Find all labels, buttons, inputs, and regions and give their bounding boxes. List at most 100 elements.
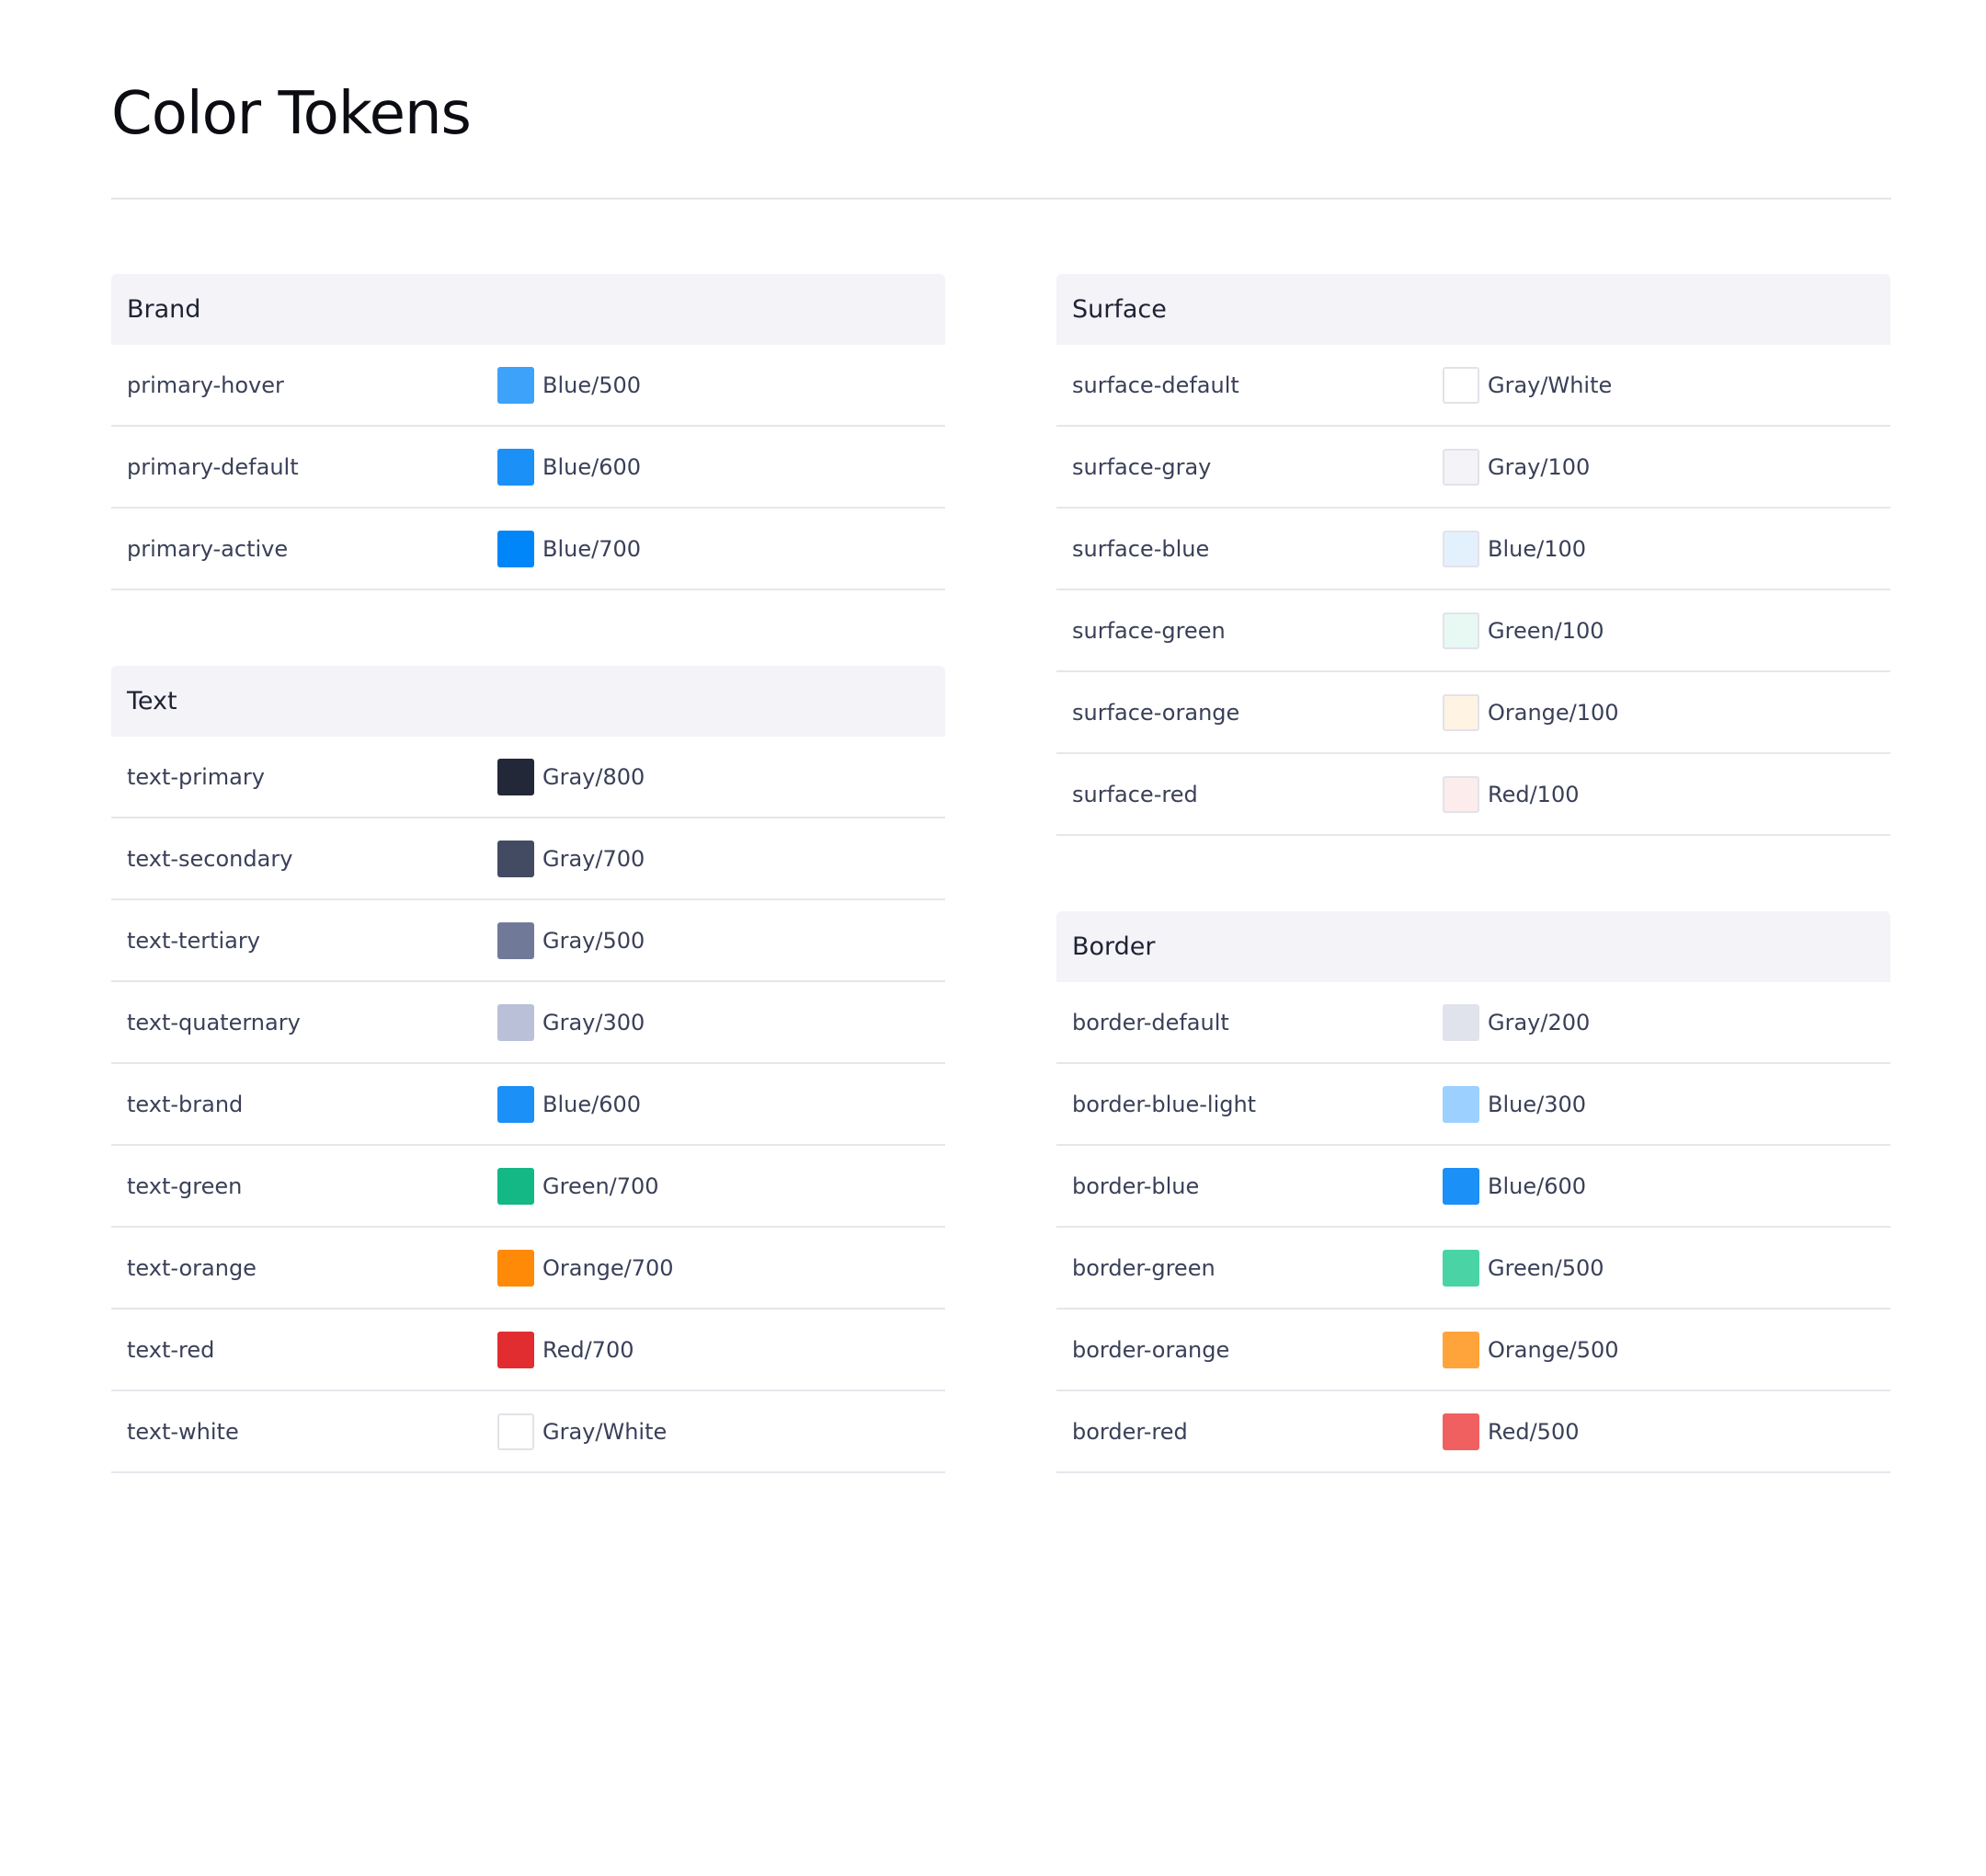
token-value: Blue/300	[1488, 1091, 1587, 1117]
token-row: text-quaternary Gray/300	[111, 982, 945, 1064]
color-swatch	[497, 758, 534, 795]
token-row: surface-green Green/100	[1056, 590, 1890, 672]
token-row: text-orange Orange/700	[111, 1228, 945, 1310]
token-row: surface-gray Gray/100	[1056, 427, 1890, 509]
color-swatch	[1443, 1413, 1479, 1450]
color-swatch	[497, 1331, 534, 1368]
token-name: border-blue	[1072, 1172, 1200, 1199]
token-value: Gray/500	[542, 927, 645, 954]
token-value: Blue/600	[542, 453, 642, 480]
color-swatch	[1443, 366, 1479, 404]
token-row: border-blue-light Blue/300	[1056, 1064, 1890, 1146]
token-name: surface-red	[1072, 781, 1198, 807]
token-row: primary-hover Blue/500	[111, 345, 945, 427]
section-header-surface: Surface	[1056, 274, 1890, 345]
token-row: border-default Gray/200	[1056, 982, 1890, 1064]
token-value: Green/100	[1488, 617, 1604, 644]
token-value: Green/500	[1488, 1254, 1604, 1281]
section-text: Text text-primary Gray/800 text-secondary G…	[111, 666, 945, 1473]
token-value: Gray/100	[1488, 453, 1591, 480]
color-swatch	[497, 840, 534, 877]
token-row: surface-blue Blue/100	[1056, 509, 1890, 590]
color-swatch	[497, 366, 534, 404]
token-value: Blue/500	[542, 372, 642, 398]
token-value: Red/500	[1488, 1418, 1580, 1445]
color-swatch	[497, 1249, 534, 1287]
token-list-brand: primary-hover Blue/500 primary-default Blue…	[111, 345, 945, 590]
token-value: Gray/700	[542, 845, 645, 872]
token-name: primary-hover	[127, 372, 284, 398]
token-name: text-quaternary	[127, 1009, 301, 1035]
token-row: primary-default Blue/600	[111, 427, 945, 509]
section-header-border: Border	[1056, 911, 1890, 982]
token-name: border-red	[1072, 1418, 1188, 1445]
token-value: Gray/800	[542, 763, 645, 790]
token-row: border-orange Orange/500	[1056, 1310, 1890, 1391]
color-swatch	[497, 1167, 534, 1205]
token-name: text-brand	[127, 1091, 244, 1117]
color-swatch	[1443, 1249, 1479, 1287]
token-name: surface-green	[1072, 617, 1226, 644]
token-value: Gray/White	[1488, 372, 1613, 398]
section-surface: Surface surface-default Gray/White surface…	[1056, 274, 1890, 836]
token-name: primary-default	[127, 453, 299, 480]
token-value: Gray/300	[542, 1009, 645, 1035]
token-value: Blue/700	[542, 535, 642, 562]
color-swatch	[1443, 448, 1479, 486]
color-swatch	[1443, 775, 1479, 813]
token-name: surface-gray	[1072, 453, 1212, 480]
token-value: Red/700	[542, 1336, 634, 1363]
color-swatch	[1443, 1331, 1479, 1368]
section-brand: Brand primary-hover Blue/500 primary-defau…	[111, 274, 945, 590]
color-swatch	[1443, 530, 1479, 567]
token-value: Orange/500	[1488, 1336, 1619, 1363]
token-row: surface-default Gray/White	[1056, 345, 1890, 427]
section-border: Border border-default Gray/200 border-blue…	[1056, 911, 1890, 1473]
token-name: text-red	[127, 1336, 215, 1363]
token-row: surface-red Red/100	[1056, 754, 1890, 836]
token-name: border-default	[1072, 1009, 1229, 1035]
section-header-text: Text	[111, 666, 945, 737]
token-name: text-primary	[127, 763, 265, 790]
color-swatch	[497, 1085, 534, 1123]
token-value: Gray/White	[542, 1418, 668, 1445]
token-row: primary-active Blue/700	[111, 509, 945, 590]
token-name: border-blue-light	[1072, 1091, 1257, 1117]
token-name: primary-active	[127, 535, 289, 562]
token-name: text-white	[127, 1418, 239, 1445]
token-value: Blue/600	[1488, 1172, 1587, 1199]
token-row: text-brand Blue/600	[111, 1064, 945, 1146]
color-swatch	[1443, 1167, 1479, 1205]
token-value: Gray/200	[1488, 1009, 1591, 1035]
token-row: border-green Green/500	[1056, 1228, 1890, 1310]
token-value: Blue/600	[542, 1091, 642, 1117]
left-column: Brand primary-hover Blue/500 primary-defau…	[111, 274, 945, 1549]
token-list-surface: surface-default Gray/White surface-gray Gra…	[1056, 345, 1890, 836]
color-swatch	[497, 921, 534, 959]
color-swatch	[1443, 693, 1479, 731]
page-title: Color Tokens	[111, 80, 472, 148]
token-row: text-secondary Gray/700	[111, 818, 945, 900]
token-list-border: border-default Gray/200 border-blue-light B…	[1056, 982, 1890, 1473]
token-value: Blue/100	[1488, 535, 1587, 562]
token-row: border-blue Blue/600	[1056, 1146, 1890, 1228]
token-row: text-primary Gray/800	[111, 737, 945, 818]
token-name: surface-default	[1072, 372, 1239, 398]
token-name: text-orange	[127, 1254, 257, 1281]
color-swatch	[497, 1003, 534, 1041]
token-name: surface-blue	[1072, 535, 1210, 562]
token-value: Orange/100	[1488, 699, 1619, 726]
token-row: surface-orange Orange/100	[1056, 672, 1890, 754]
color-swatch	[497, 530, 534, 567]
color-swatch	[497, 448, 534, 486]
token-name: border-green	[1072, 1254, 1216, 1281]
token-row: text-red Red/700	[111, 1310, 945, 1391]
token-value: Orange/700	[542, 1254, 674, 1281]
token-name: surface-orange	[1072, 699, 1240, 726]
color-swatch	[1443, 1085, 1479, 1123]
token-name: text-green	[127, 1172, 243, 1199]
token-list-text: text-primary Gray/800 text-secondary Gray/7…	[111, 737, 945, 1473]
token-row: border-red Red/500	[1056, 1391, 1890, 1473]
token-name: text-secondary	[127, 845, 293, 872]
color-swatch	[1443, 612, 1479, 649]
